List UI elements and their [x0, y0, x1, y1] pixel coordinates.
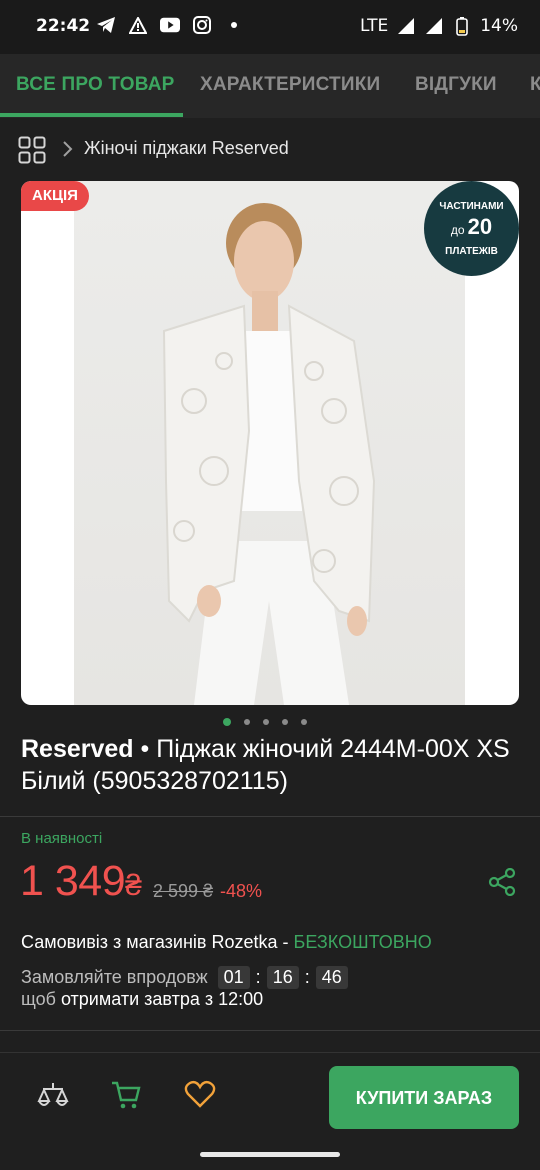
gallery-dot[interactable]	[263, 719, 269, 725]
home-indicator[interactable]	[200, 1152, 340, 1157]
instagram-icon	[192, 16, 212, 34]
current-price: 1 349₴	[20, 857, 142, 906]
signal-icon	[424, 17, 444, 35]
price-currency: ₴	[125, 869, 142, 902]
sale-badge: АКЦІЯ	[21, 181, 89, 211]
battery-icon	[452, 16, 472, 36]
gallery-dot[interactable]	[223, 718, 231, 726]
tab-next[interactable]: К	[530, 54, 540, 118]
divider	[0, 1030, 540, 1031]
gallery-dot[interactable]	[244, 719, 250, 725]
installment-line3: ПЛАТЕЖІВ	[445, 246, 498, 257]
tomorrow-prefix: щоб	[21, 989, 61, 1009]
compare-icon[interactable]	[36, 1079, 70, 1117]
notification-icons	[96, 16, 244, 34]
order-timer: Замовляйте впродовж 01 : 16 : 46	[21, 966, 350, 989]
dot-icon	[224, 16, 244, 34]
tab-all-about-product[interactable]: ВСЕ ПРО ТОВАР	[16, 54, 175, 118]
product-gallery[interactable]: АКЦІЯ ЧАСТИНАМИ до 20 ПЛАТЕЖІВ	[21, 181, 519, 705]
delivery-tomorrow: щоб отримати завтра з 12:00	[21, 989, 263, 1010]
buy-now-button[interactable]: КУПИТИ ЗАРАЗ	[329, 1066, 519, 1129]
battery-label: 14%	[480, 16, 518, 36]
timer-colon: :	[255, 967, 261, 987]
breadcrumb: Жіночі піджаки Reserved	[0, 118, 540, 180]
timer-colon: :	[304, 967, 310, 987]
breadcrumb-category-link[interactable]: Жіночі піджаки Reserved	[84, 138, 289, 159]
heart-icon[interactable]	[184, 1079, 216, 1113]
product-photo[interactable]	[74, 181, 465, 705]
pickup-free: БЕЗКОШТОВНО	[293, 932, 432, 952]
pickup-info: Самовивіз з магазинів Rozetka - БЕЗКОШТО…	[21, 932, 432, 953]
gallery-pagination	[223, 718, 307, 726]
timer-seconds: 46	[315, 966, 348, 989]
catalog-grid-icon[interactable]	[18, 136, 46, 168]
signal-icon	[396, 17, 416, 35]
divider	[0, 816, 540, 817]
tab-reviews[interactable]: ВІДГУКИ	[415, 54, 497, 118]
cart-icon[interactable]	[110, 1079, 142, 1115]
installment-badge: ЧАСТИНАМИ до 20 ПЛАТЕЖІВ	[424, 181, 519, 276]
product-brand[interactable]: Reserved	[21, 735, 134, 763]
network-label: LTE	[359, 16, 389, 36]
telegram-icon	[96, 16, 116, 34]
discount-percent: -48%	[220, 881, 263, 901]
status-time: 22:42	[36, 16, 91, 36]
installment-prefix: до	[450, 223, 465, 237]
bottom-action-bar: КУПИТИ ЗАРАЗ	[0, 1052, 540, 1141]
order-prefix: Замовляйте впродовж	[21, 967, 208, 987]
installment-number: 20	[467, 214, 493, 239]
timer-minutes: 16	[266, 966, 299, 989]
price-value: 1 349	[20, 857, 126, 905]
product-tabs: ВСЕ ПРО ТОВАР ХАРАКТЕРИСТИКИ ВІДГУКИ К	[0, 54, 540, 118]
system-icons: LTE 14%	[360, 16, 518, 36]
gallery-dot[interactable]	[282, 719, 288, 725]
gallery-dot[interactable]	[301, 719, 307, 725]
installment-line2: до 20	[424, 214, 519, 240]
tab-characteristics[interactable]: ХАРАКТЕРИСТИКИ	[200, 54, 380, 118]
old-price: 2 599 ₴	[153, 881, 214, 901]
timer-hours: 01	[217, 966, 250, 989]
pickup-text: Самовивіз з магазинів Rozetka -	[21, 932, 294, 952]
stock-status: В наявності	[21, 830, 103, 847]
model-in-white-lace-blazer-image	[162, 203, 376, 705]
active-tab-indicator	[0, 113, 183, 117]
tomorrow-text: отримати завтра з 12:00	[60, 989, 264, 1009]
youtube-icon	[160, 16, 180, 34]
chevron-right-icon	[62, 140, 74, 162]
share-icon[interactable]	[488, 867, 516, 900]
alert-icon	[128, 16, 148, 34]
status-bar: 22:42 LTE 14%	[0, 0, 540, 54]
installment-line1: ЧАСТИНАМИ	[439, 201, 504, 212]
product-title: Reserved • Піджак жіночий 2444M-00X XS Б…	[21, 733, 521, 797]
